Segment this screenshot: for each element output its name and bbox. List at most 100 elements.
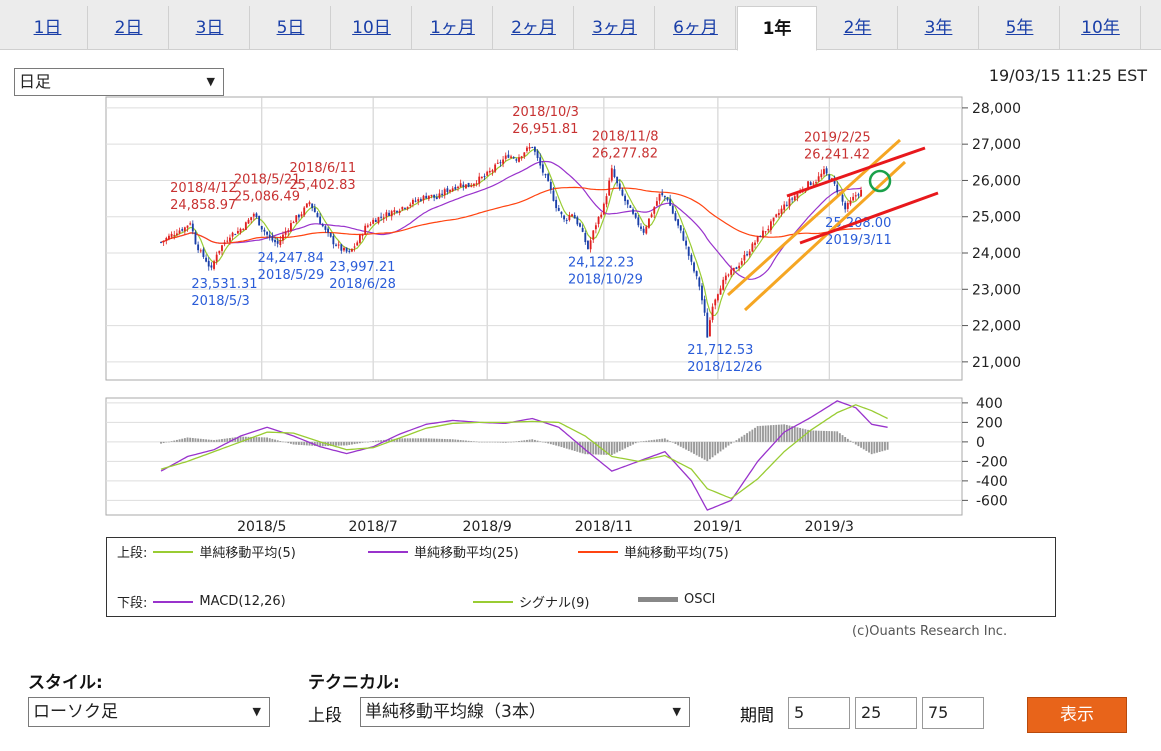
candle-body (565, 219, 568, 221)
period-input-1[interactable]: 5 (788, 697, 850, 729)
y-tick-label: 24,000 (972, 246, 1021, 262)
osci-bar (738, 438, 741, 442)
osci-bar (266, 437, 269, 442)
period-input-3[interactable]: 75 (922, 697, 984, 729)
candle-body (671, 205, 674, 214)
candle-body (385, 212, 388, 217)
osci-bar (427, 438, 430, 442)
candle-body (308, 202, 311, 205)
candle-body (573, 214, 576, 219)
osci-bar (507, 441, 510, 443)
osci-bar (520, 440, 523, 442)
candle-body (669, 199, 672, 206)
candle-body (504, 155, 507, 159)
osci-bar (213, 440, 215, 442)
osci-bar (343, 441, 345, 446)
osci-bar (372, 440, 375, 442)
y-tick-label: 27,000 (972, 137, 1021, 153)
osci-bar (533, 439, 536, 442)
candle-body (398, 210, 401, 214)
show-button[interactable]: 表示 (1027, 697, 1127, 733)
candle-body (467, 182, 470, 188)
candle-body (841, 194, 844, 202)
candle-body (295, 215, 298, 223)
candle-body (271, 236, 274, 241)
candle-body (449, 189, 451, 192)
osci-bar (846, 438, 849, 442)
osci-bar (480, 441, 483, 443)
dropdown-arrow-icon: ▼ (672, 705, 681, 718)
candle-body (581, 227, 584, 232)
osci-bar (531, 439, 534, 442)
candle-body (533, 146, 536, 152)
osci-bar (345, 441, 348, 446)
osci-bar (788, 425, 791, 442)
osci-bar (873, 441, 876, 454)
period-input-2[interactable]: 25 (855, 697, 917, 729)
osci-bar (364, 441, 367, 443)
osci-bar (748, 431, 751, 442)
osci-bar (165, 441, 168, 443)
osci-bar (764, 425, 767, 442)
candle-body (780, 208, 783, 214)
candle-body (724, 275, 727, 281)
candle-body (252, 213, 255, 217)
candle-body (244, 222, 247, 230)
stock-chart: 2018/4/1224,858.972018/5/2125,086.492018… (105, 96, 1021, 535)
candle-body (515, 159, 518, 161)
osci-bar (621, 441, 624, 450)
candle-body (809, 182, 812, 186)
candle-body (297, 214, 300, 218)
osci-bar (584, 441, 587, 455)
osci-bar (465, 440, 467, 442)
osci-bar (830, 431, 833, 442)
osci-bar (785, 424, 788, 442)
low-date-label: 2019/3/11 (825, 233, 892, 248)
osci-bar (433, 438, 436, 442)
style-select[interactable]: ローソク足 ▼ (28, 697, 270, 727)
candle-body (170, 233, 173, 237)
osci-bar (483, 441, 486, 443)
osci-bar (860, 441, 863, 448)
osci-bar (528, 439, 531, 442)
candle-body (695, 271, 698, 277)
candle-body (186, 225, 189, 228)
osci-bar (422, 438, 425, 442)
technical-select-value: 単純移動平均線（3本） (365, 702, 546, 722)
osci-bar (189, 437, 192, 442)
osci-bar (258, 437, 261, 442)
high-value-label: 26,277.82 (592, 146, 658, 161)
candle-body (793, 196, 796, 201)
candle-body (268, 234, 271, 238)
candle-body (175, 233, 178, 236)
candle-body (746, 254, 748, 256)
candle-body (666, 197, 669, 201)
x-tick-label: 2018/5 (237, 519, 286, 535)
candle-body (194, 232, 197, 245)
candle-body (762, 230, 764, 238)
osci-bar (358, 441, 361, 444)
osci-bar (470, 441, 473, 442)
candle-body (414, 200, 417, 202)
candle-body (250, 217, 253, 221)
osci-bar (451, 439, 454, 442)
candle-body (844, 202, 847, 210)
osci-bar (640, 441, 642, 443)
candle-body (213, 261, 215, 269)
osci-bar (608, 441, 611, 455)
osci-bar (868, 441, 870, 453)
osci-bar (287, 441, 290, 444)
osci-bar (303, 441, 306, 446)
candle-body (313, 207, 316, 213)
osci-bar (722, 441, 725, 450)
osci-bar (401, 438, 404, 442)
candle-body (162, 240, 165, 243)
osci-bar (183, 438, 186, 442)
osci-bar (488, 441, 491, 443)
osci-bar (191, 438, 194, 442)
candle-body (462, 184, 465, 187)
osci-bar (825, 430, 828, 442)
candle-body (563, 215, 566, 220)
technical-select[interactable]: 単純移動平均線（3本） ▼ (360, 697, 690, 727)
osci-bar (724, 441, 727, 448)
